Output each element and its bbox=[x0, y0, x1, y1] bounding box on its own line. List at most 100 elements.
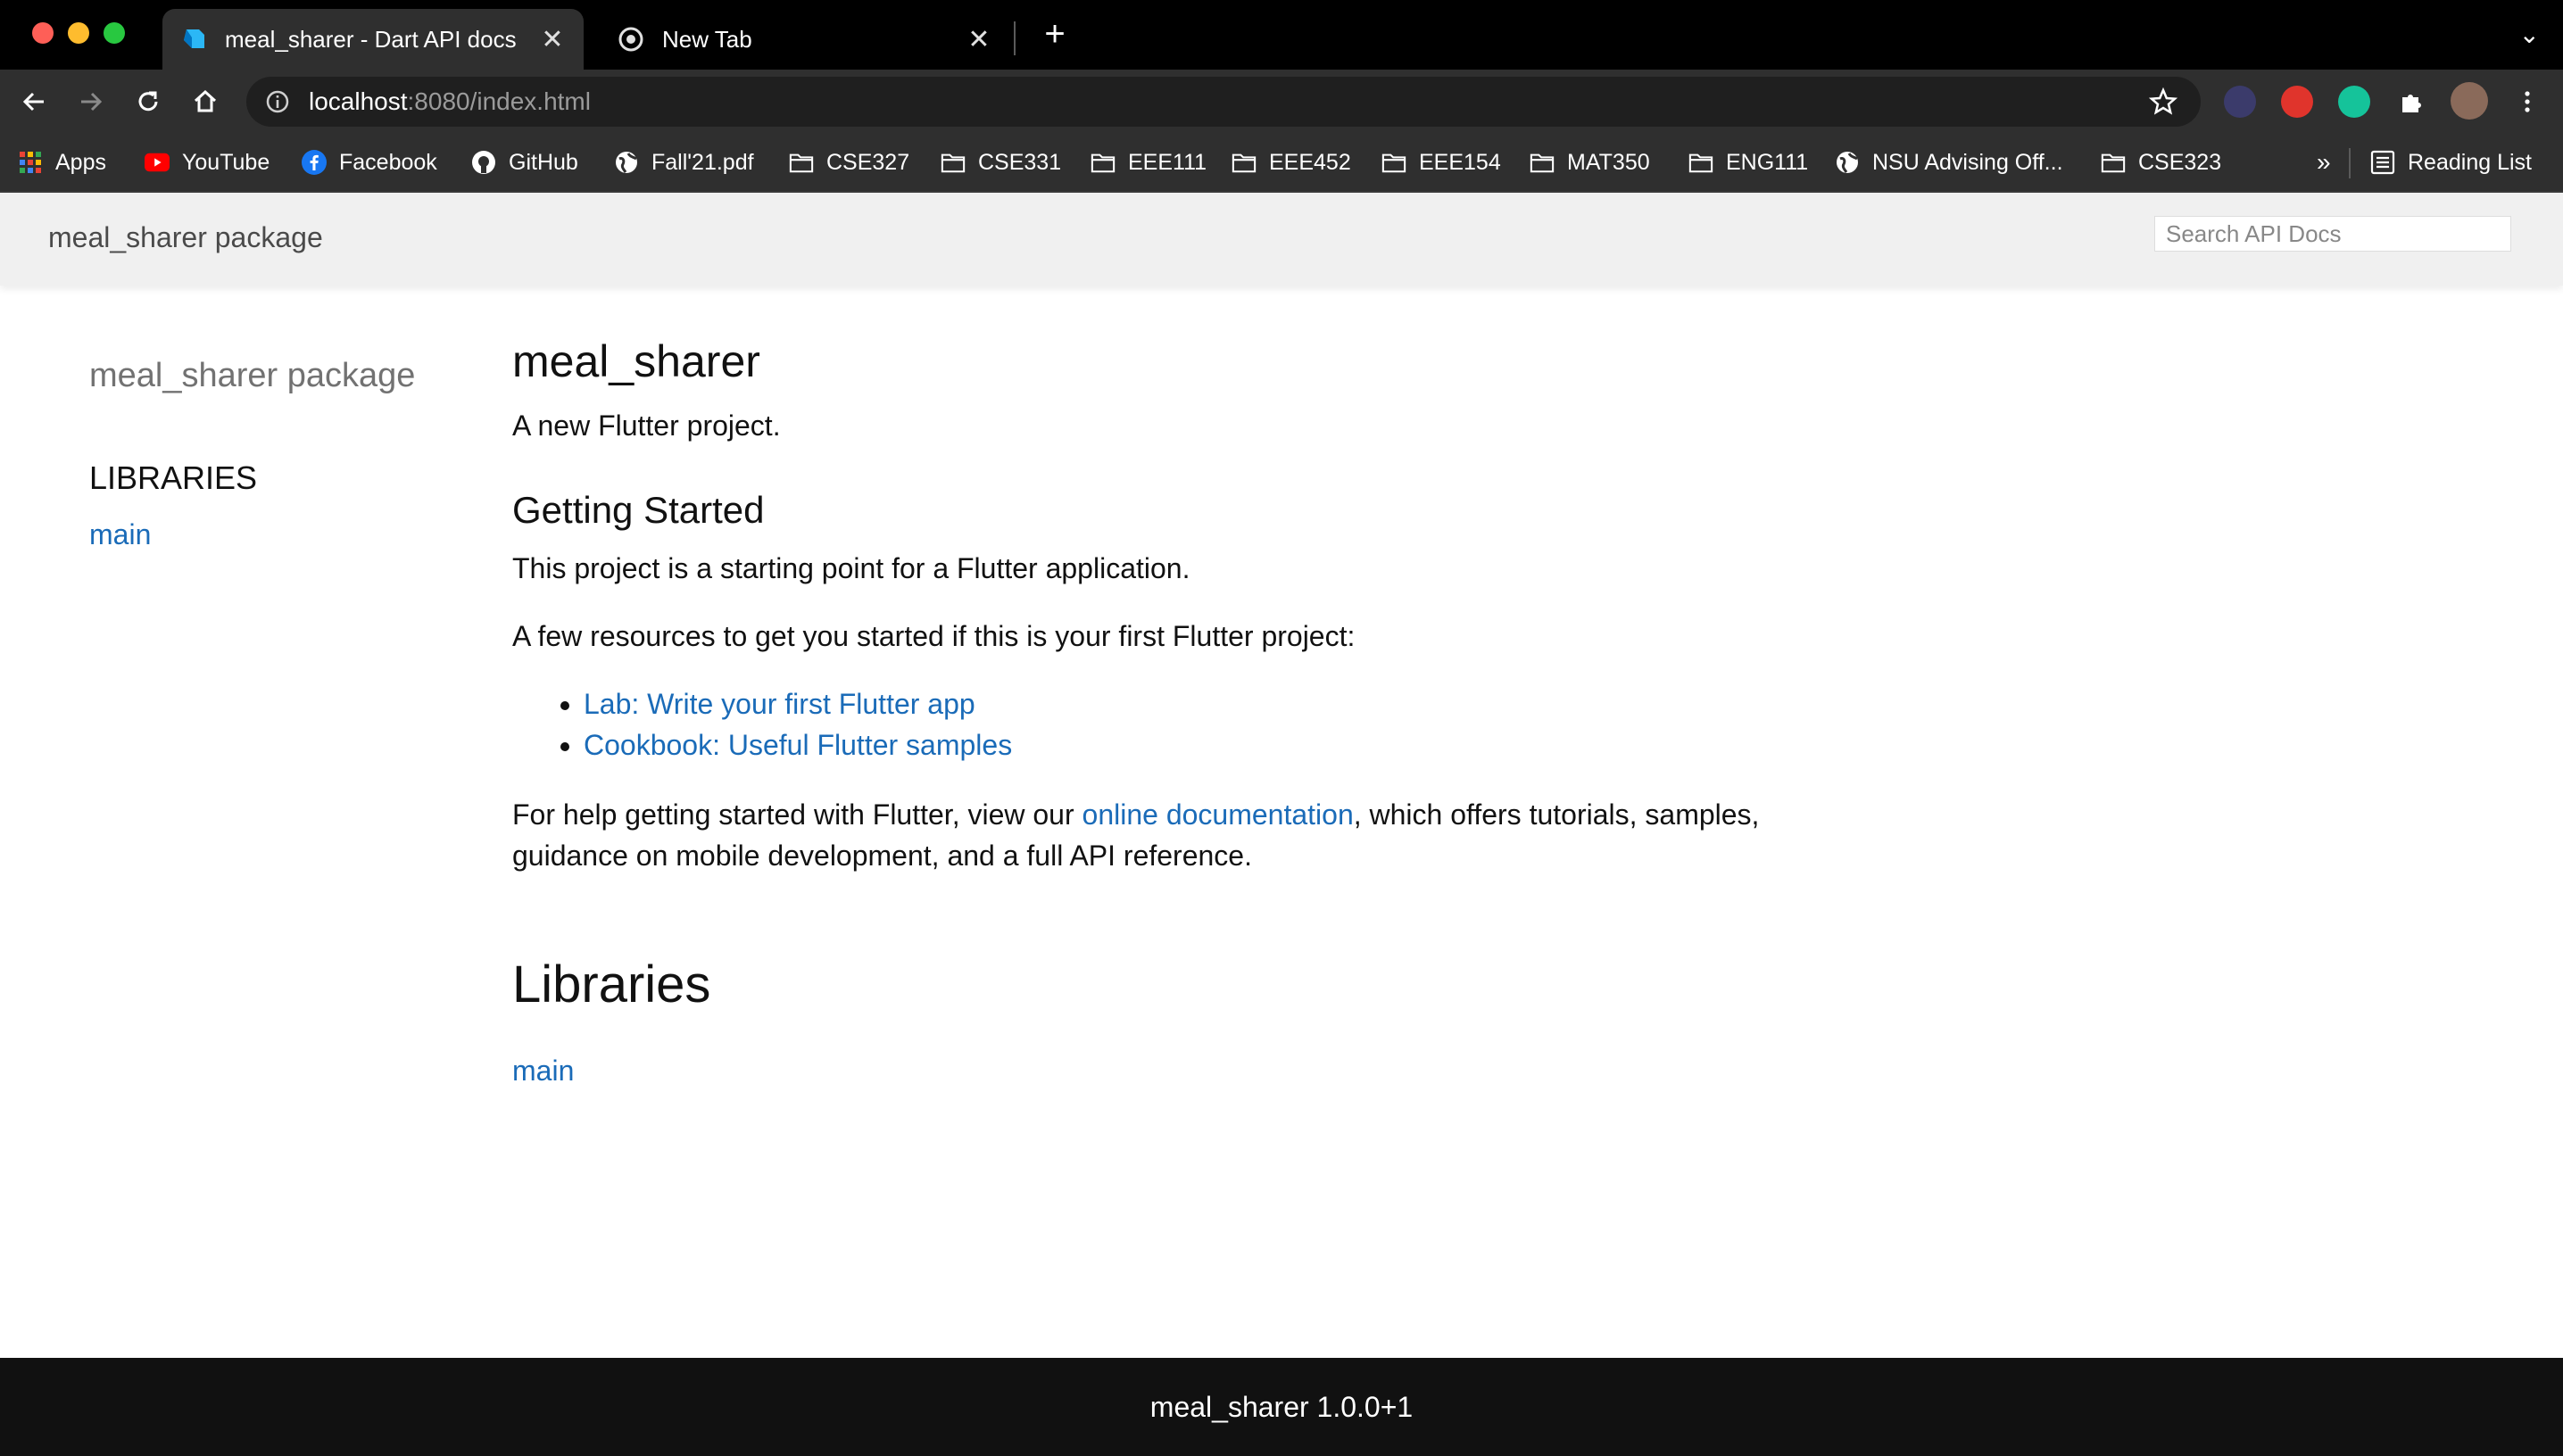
bookmark-github[interactable]: GitHub bbox=[471, 146, 578, 178]
url-path: :8080/index.html bbox=[407, 87, 591, 115]
globe-icon bbox=[614, 150, 639, 175]
bookmark-eee111[interactable]: EEE111 bbox=[1091, 146, 1207, 178]
folder-icon bbox=[1688, 150, 1713, 175]
page-title: meal_sharer bbox=[512, 336, 760, 386]
sidebar: meal_sharer package LIBRARIES main bbox=[89, 357, 464, 551]
browser-toolbar: localhost:8080/index.html bbox=[0, 70, 2563, 134]
bookmark-eng111[interactable]: ENG111 bbox=[1688, 146, 1808, 178]
bookmark-label: Facebook bbox=[339, 149, 437, 175]
bookmark-apps[interactable]: Apps bbox=[18, 146, 106, 178]
bookmark-cse327[interactable]: CSE327 bbox=[789, 146, 909, 178]
package-description: A new Flutter project. bbox=[512, 410, 781, 442]
tab-search-chevron-icon[interactable]: ⌄ bbox=[2519, 20, 2540, 49]
footer: meal_sharer 1.0.0+1 bbox=[0, 1358, 2563, 1456]
bookmark-eee452[interactable]: EEE452 bbox=[1232, 146, 1351, 178]
list-item: Lab: Write your first Flutter app bbox=[584, 683, 1779, 724]
reload-icon[interactable] bbox=[129, 82, 168, 121]
bookmarks-bar: Apps YouTube Facebook GitHub Fall'21.pdf… bbox=[0, 134, 2563, 193]
browser-menu-icon[interactable] bbox=[2508, 82, 2547, 121]
browser-tab-strip: meal_sharer - Dart API docs ✕ New Tab ✕ … bbox=[0, 0, 2563, 70]
bookmark-cse331[interactable]: CSE331 bbox=[941, 146, 1061, 178]
bookmark-label: EEE154 bbox=[1419, 149, 1501, 175]
reading-list-button[interactable]: Reading List bbox=[2370, 146, 2532, 178]
apps-grid-icon bbox=[18, 150, 43, 175]
bookmark-label: Fall'21.pdf bbox=[651, 149, 754, 175]
home-icon[interactable] bbox=[186, 82, 225, 121]
chrome-logo-icon bbox=[618, 26, 644, 53]
tab-title: meal_sharer - Dart API docs bbox=[225, 25, 517, 53]
bookmark-label: EEE452 bbox=[1269, 149, 1351, 175]
bookmark-label: Apps bbox=[55, 149, 106, 175]
address-bar[interactable]: localhost:8080/index.html bbox=[246, 77, 2201, 127]
library-link-main[interactable]: main bbox=[512, 1055, 574, 1087]
close-tab-icon[interactable]: ✕ bbox=[966, 24, 992, 55]
folder-icon bbox=[1091, 150, 1116, 175]
list-item: Cookbook: Useful Flutter samples bbox=[584, 724, 1779, 765]
help-paragraph: For help getting started with Flutter, v… bbox=[512, 794, 1779, 876]
tab-dart-api-docs[interactable]: meal_sharer - Dart API docs ✕ bbox=[162, 9, 584, 70]
cookbook-link[interactable]: Cookbook: Useful Flutter samples bbox=[584, 729, 1012, 761]
extension-grammarly-icon[interactable] bbox=[2338, 86, 2370, 118]
lab-link[interactable]: Lab: Write your first Flutter app bbox=[584, 688, 975, 720]
site-info-icon[interactable] bbox=[264, 88, 291, 115]
search-input[interactable] bbox=[2154, 216, 2511, 252]
forward-arrow-icon[interactable] bbox=[71, 82, 111, 121]
header-package-title[interactable]: meal_sharer package bbox=[48, 221, 323, 254]
bookmark-youtube[interactable]: YouTube bbox=[145, 146, 270, 178]
close-window-button[interactable] bbox=[32, 22, 54, 44]
url-host: localhost bbox=[309, 87, 408, 115]
libraries-title: Libraries bbox=[512, 956, 711, 1013]
extensions-puzzle-icon[interactable] bbox=[2392, 82, 2431, 121]
online-documentation-link[interactable]: online documentation bbox=[1082, 798, 1354, 831]
url-text: localhost:8080/index.html bbox=[309, 87, 591, 116]
profile-avatar[interactable] bbox=[2451, 82, 2488, 120]
dart-logo-icon bbox=[180, 26, 207, 53]
maximize-window-button[interactable] bbox=[104, 22, 125, 44]
globe-icon bbox=[1835, 150, 1860, 175]
folder-icon bbox=[2101, 150, 2126, 175]
doc-header: meal_sharer package bbox=[0, 193, 2563, 285]
bookmark-mat350[interactable]: MAT350 bbox=[1530, 146, 1650, 178]
getting-started-heading: Getting Started bbox=[512, 489, 765, 531]
bookmark-star-icon[interactable] bbox=[2148, 87, 2178, 120]
starting-point-text: This project is a starting point for a F… bbox=[512, 552, 1190, 584]
sidebar-library-link-main[interactable]: main bbox=[89, 518, 464, 551]
resources-intro: A few resources to get you started if th… bbox=[512, 620, 1356, 652]
bookmark-label: YouTube bbox=[182, 149, 270, 175]
bookmarks-separator bbox=[2349, 148, 2351, 178]
bookmark-facebook[interactable]: Facebook bbox=[302, 146, 437, 178]
resources-list: Lab: Write your first Flutter app Cookbo… bbox=[512, 683, 1779, 765]
bookmark-fall21-pdf[interactable]: Fall'21.pdf bbox=[614, 146, 754, 178]
bookmarks-overflow-button[interactable]: » bbox=[2317, 146, 2331, 178]
new-tab-button[interactable]: + bbox=[1035, 14, 1074, 54]
libraries-list: main bbox=[512, 1050, 1779, 1091]
tab-new-tab[interactable]: New Tab ✕ bbox=[600, 9, 1010, 70]
main-content: meal_sharer A new Flutter project. Getti… bbox=[512, 335, 1779, 1091]
bookmark-nsu-advising[interactable]: NSU Advising Off... bbox=[1835, 146, 2063, 178]
folder-icon bbox=[941, 150, 966, 175]
bookmark-cse323[interactable]: CSE323 bbox=[2101, 146, 2221, 178]
minimize-window-button[interactable] bbox=[68, 22, 89, 44]
footer-version-text: meal_sharer 1.0.0+1 bbox=[1149, 1390, 1414, 1423]
tab-title: New Tab bbox=[662, 25, 752, 53]
tab-divider bbox=[1014, 21, 1016, 55]
bookmark-eee154[interactable]: EEE154 bbox=[1381, 146, 1501, 178]
folder-icon bbox=[789, 150, 814, 175]
sidebar-libraries-heading: LIBRARIES bbox=[89, 459, 258, 496]
github-icon bbox=[471, 150, 496, 175]
reading-list-icon bbox=[2370, 150, 2395, 175]
bookmark-label: ENG111 bbox=[1726, 149, 1809, 175]
bookmark-label: CSE327 bbox=[826, 149, 910, 175]
facebook-icon bbox=[302, 150, 327, 175]
bookmark-label: MAT350 bbox=[1567, 149, 1650, 175]
folder-icon bbox=[1530, 150, 1555, 175]
extension-glasses-icon[interactable] bbox=[2224, 86, 2256, 118]
extension-adblock-icon[interactable] bbox=[2281, 86, 2313, 118]
close-tab-icon[interactable]: ✕ bbox=[539, 24, 566, 55]
bookmark-label: CSE331 bbox=[978, 149, 1062, 175]
bookmark-label: CSE323 bbox=[2138, 149, 2222, 175]
folder-icon bbox=[1232, 150, 1257, 175]
back-arrow-icon[interactable] bbox=[14, 82, 54, 121]
bookmark-label: NSU Advising Off... bbox=[1872, 149, 2063, 175]
reading-list-label: Reading List bbox=[2408, 149, 2532, 175]
